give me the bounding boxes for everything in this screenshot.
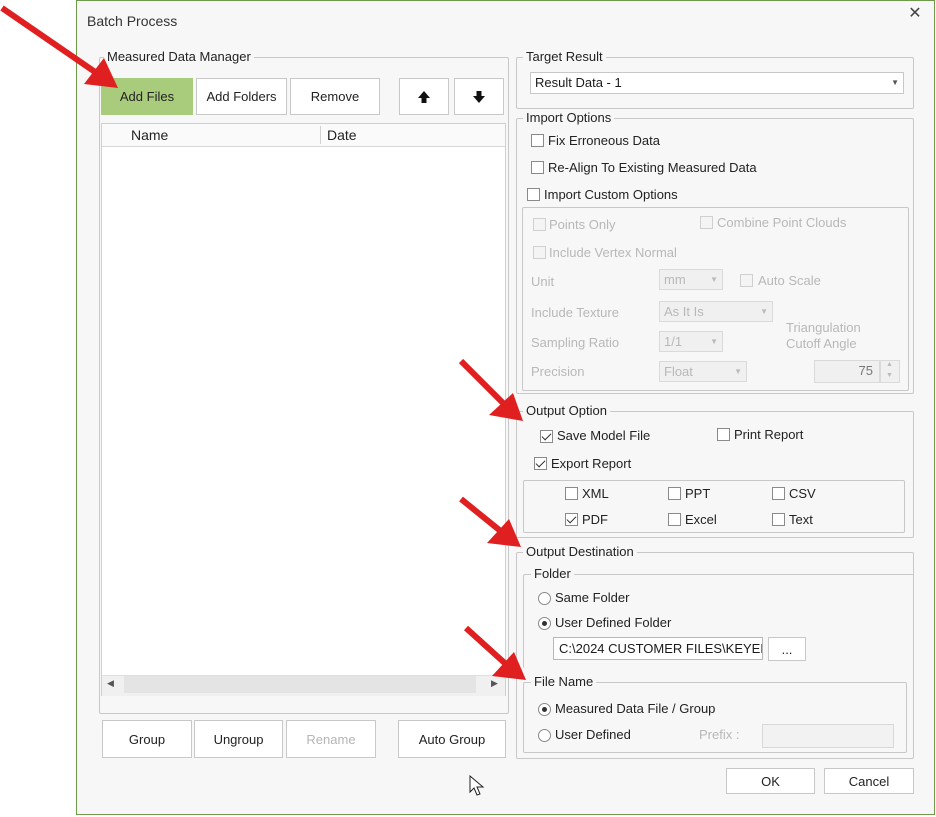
texture-value: As It Is — [664, 304, 704, 319]
ppt-checkbox[interactable] — [668, 487, 681, 500]
excel-label: Excel — [685, 512, 717, 527]
chevron-down-icon: ▼ — [734, 367, 742, 376]
prefix-label: Prefix : — [699, 727, 740, 742]
save-model-label: Save Model File — [557, 428, 651, 443]
texture-dropdown[interactable]: As It Is ▼ — [659, 301, 773, 322]
unit-dropdown[interactable]: mm ▼ — [659, 269, 723, 290]
scrollbar-thumb[interactable] — [124, 676, 476, 693]
realign-label: Re-Align To Existing Measured Data — [548, 160, 757, 175]
unit-label: Unit — [531, 274, 555, 289]
group-button[interactable]: Group — [102, 720, 192, 758]
measured-group-radio[interactable] — [538, 703, 551, 716]
csv-checkbox[interactable] — [772, 487, 785, 500]
arrow-up-icon — [418, 90, 430, 103]
file-name-label: File Name — [531, 674, 597, 689]
user-defined-radio[interactable] — [538, 729, 551, 742]
vertex-normal-checkbox[interactable] — [533, 246, 546, 259]
sampling-ratio-label: Sampling Ratio — [531, 335, 620, 350]
export-report-label: Export Report — [551, 456, 632, 471]
output-destination-label: Output Destination — [523, 544, 637, 559]
pdf-label: PDF — [582, 512, 608, 527]
target-result-dropdown[interactable]: Result Data - 1 ▼ — [530, 72, 904, 94]
export-report-checkbox[interactable] — [534, 457, 547, 470]
sampling-ratio-dropdown[interactable]: 1/1 ▼ — [659, 331, 723, 352]
text-checkbox[interactable] — [772, 513, 785, 526]
combine-point-clouds-label: Combine Point Clouds — [717, 215, 847, 230]
auto-scale-checkbox[interactable] — [740, 274, 753, 287]
combine-point-clouds-checkbox[interactable] — [700, 216, 713, 229]
include-texture-label: Include Texture — [531, 305, 619, 320]
same-folder-label: Same Folder — [555, 590, 630, 605]
browse-button[interactable]: ... — [768, 637, 806, 661]
points-only-checkbox[interactable] — [533, 218, 546, 231]
spin-down-icon[interactable]: ▼ — [886, 372, 893, 379]
import-custom-checkbox[interactable] — [527, 188, 540, 201]
scroll-left-icon[interactable]: ◀ — [107, 678, 114, 689]
xml-label: XML — [582, 486, 609, 501]
ungroup-button[interactable]: Ungroup — [194, 720, 283, 758]
fix-erroneous-checkbox[interactable] — [531, 134, 544, 147]
user-defined-label: User Defined — [555, 727, 631, 742]
annotation-arrow-icon — [458, 358, 523, 421]
rename-button[interactable]: Rename — [286, 720, 376, 758]
spin-up-icon[interactable]: ▲ — [886, 361, 893, 368]
import-custom-label: Import Custom Options — [544, 187, 678, 202]
column-header-date[interactable]: Date — [327, 127, 357, 143]
cutoff-angle-label: Cutoff Angle — [786, 336, 857, 351]
vertex-normal-label: Include Vertex Normal — [549, 245, 677, 260]
save-model-checkbox[interactable] — [540, 430, 553, 443]
ok-button[interactable]: OK — [726, 768, 815, 794]
ppt-label: PPT — [685, 486, 711, 501]
annotation-arrow-icon — [463, 625, 526, 680]
sampling-ratio-value: 1/1 — [664, 334, 683, 349]
auto-scale-label: Auto Scale — [758, 273, 821, 288]
remove-button[interactable]: Remove — [290, 78, 380, 115]
output-option-label: Output Option — [523, 403, 610, 418]
csv-label: CSV — [789, 486, 816, 501]
triangulation-label: Triangulation — [786, 320, 861, 335]
column-header-name[interactable]: Name — [131, 127, 168, 143]
auto-group-button[interactable]: Auto Group — [398, 720, 506, 758]
fix-erroneous-label: Fix Erroneous Data — [548, 133, 660, 148]
precision-dropdown[interactable]: Float ▼ — [659, 361, 747, 382]
annotation-arrow-icon — [0, 5, 118, 88]
print-report-checkbox[interactable] — [717, 428, 730, 441]
close-icon[interactable]: ✕ — [905, 4, 925, 24]
cutoff-angle-input[interactable]: 75 — [814, 360, 880, 383]
precision-value: Float — [664, 364, 693, 379]
measured-group-label: Measured Data File / Group — [555, 701, 716, 716]
xml-checkbox[interactable] — [565, 487, 578, 500]
realign-checkbox[interactable] — [531, 161, 544, 174]
folder-label: Folder — [531, 566, 574, 581]
points-only-label: Points Only — [549, 217, 616, 232]
add-folders-button[interactable]: Add Folders — [196, 78, 287, 115]
cancel-button[interactable]: Cancel — [824, 768, 914, 794]
precision-label: Precision — [531, 364, 585, 379]
annotation-arrow-icon — [459, 496, 521, 547]
mouse-cursor-icon — [469, 775, 485, 796]
angle-spinner[interactable]: ▲ ▼ — [880, 360, 900, 383]
move-down-button[interactable] — [454, 78, 504, 115]
pdf-checkbox[interactable] — [565, 513, 578, 526]
chevron-down-icon: ▼ — [891, 78, 899, 87]
move-up-button[interactable] — [399, 78, 449, 115]
print-report-label: Print Report — [734, 427, 804, 442]
chevron-down-icon: ▼ — [710, 275, 718, 284]
same-folder-radio[interactable] — [538, 592, 551, 605]
unit-value: mm — [664, 272, 686, 287]
arrow-down-icon — [473, 90, 485, 103]
chevron-down-icon: ▼ — [710, 337, 718, 346]
target-result-value: Result Data - 1 — [535, 75, 622, 90]
text-label: Text — [789, 512, 813, 527]
target-result-label: Target Result — [523, 49, 606, 64]
measured-data-list[interactable] — [101, 123, 506, 696]
user-folder-label: User Defined Folder — [555, 615, 672, 630]
folder-path-input[interactable]: C:\2024 CUSTOMER FILES\KEYENC — [553, 637, 763, 660]
import-options-label: Import Options — [523, 110, 615, 125]
chevron-down-icon: ▼ — [760, 307, 768, 316]
prefix-input[interactable] — [762, 724, 894, 748]
column-divider — [320, 126, 321, 144]
excel-checkbox[interactable] — [668, 513, 681, 526]
